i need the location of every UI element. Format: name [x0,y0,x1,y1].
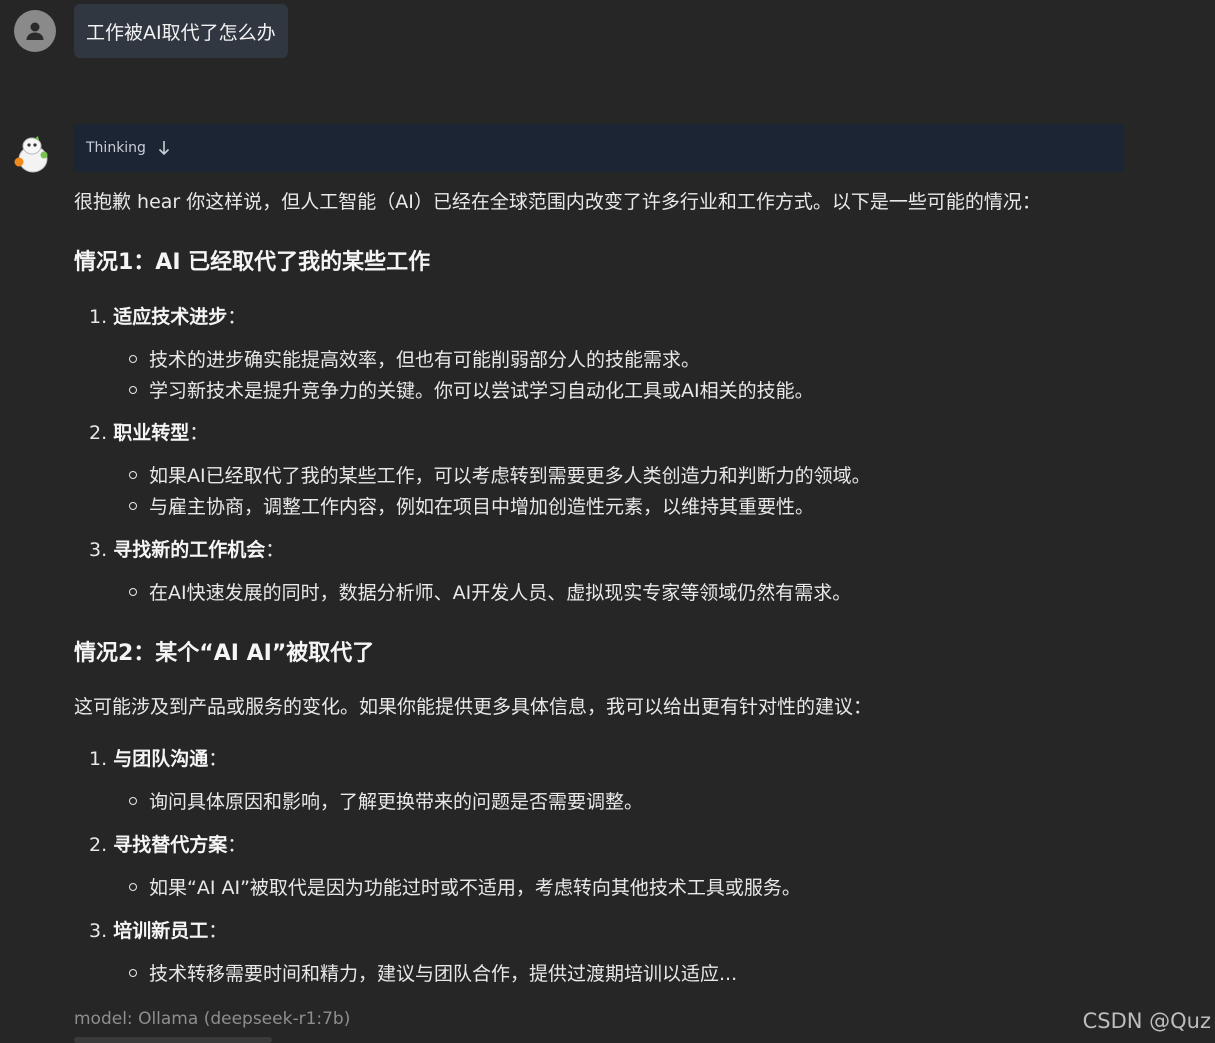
bullet-dot-icon [129,882,137,891]
bullet-dot-icon [129,385,137,394]
item-number: 3. [89,539,108,561]
item-title: 寻找替代方案 [113,834,228,856]
item-title: 与团队沟通 [113,748,209,770]
list-bullet: 技术转移需要时间和精力，建议与团队合作，提供过渡期培训以适应... [129,959,737,986]
thinking-label: Thinking [86,140,146,156]
list-item: 1. 适应技术进步： [89,302,246,329]
list-item: 1. 与团队沟通： [89,744,227,771]
item-colon: ： [208,920,228,942]
list-bullet: 与雇主协商，调整工作内容，例如在项目中增加创造性元素，以维持其重要性。 [129,492,814,519]
assistant-avatar [13,135,51,175]
list-item: 3. 培训新员工： [89,916,227,943]
list-item: 3. 寻找新的工作机会： [89,535,284,562]
section-1-title: 情况1：AI 已经取代了我的某些工作 [74,250,431,275]
list-bullet: 技术的进步确实能提高效率，但也有可能削弱部分人的技能需求。 [129,345,700,372]
list-item: 2. 寻找替代方案： [89,830,246,857]
item-colon: ： [227,834,247,856]
item-colon: ： [208,748,228,770]
item-title: 适应技术进步 [113,306,228,328]
list-bullet: 如果AI已经取代了我的某些工作，可以考虑转到需要更多人类创造力和判断力的领域。 [129,461,871,488]
model-label: model: Ollama (deepseek-r1:7b) [74,1009,351,1029]
item-colon: ： [227,306,247,328]
bullet-dot-icon [129,587,137,596]
list-item: 2. 职业转型： [89,418,208,445]
list-bullet: 在AI快速发展的同时，数据分析师、AI开发人员、虚拟现实专家等领域仍然有需求。 [129,578,851,605]
user-icon [26,22,44,40]
user-avatar [14,10,56,52]
bullet-dot-icon [129,470,137,479]
user-message-text: 工作被AI取代了怎么办 [86,21,276,44]
message-actions-bar [74,1037,272,1043]
item-title: 培训新员工 [113,920,209,942]
item-number: 2. [89,834,108,856]
arrow-down-icon [158,140,170,156]
item-colon: ： [189,422,209,444]
section-2-title: 情况2：某个“AI AI”被取代了 [74,641,375,666]
section-2-intro: 这可能涉及到产品或服务的变化。如果你能提供更多具体信息，我可以给出更有针对性的建… [74,696,873,718]
bullet-dot-icon [129,501,137,510]
item-number: 1. [89,306,108,328]
item-number: 2. [89,422,108,444]
bot-mascot-icon [14,136,48,173]
bullet-dot-icon [129,796,137,805]
item-title: 寻找新的工作机会 [113,539,266,561]
item-number: 1. [89,748,108,770]
bullet-dot-icon [129,354,137,363]
user-message-bubble: 工作被AI取代了怎么办 [74,4,288,58]
item-title: 职业转型 [113,422,190,444]
item-colon: ： [265,539,285,561]
response-intro: 很抱歉 hear 你这样说，但人工智能（AI）已经在全球范围内改变了许多行业和工… [74,191,1041,213]
list-bullet: 如果“AI AI”被取代是因为功能过时或不适用，考虑转向其他技术工具或服务。 [129,873,801,900]
list-bullet: 询问具体原因和影响，了解更换带来的问题是否需要调整。 [129,787,643,814]
watermark: CSDN @Quz [1082,1009,1211,1033]
item-number: 3. [89,920,108,942]
thinking-toggle[interactable]: Thinking [74,124,1124,172]
bullet-dot-icon [129,968,137,977]
list-bullet: 学习新技术是提升竞争力的关键。你可以尝试学习自动化工具或AI相关的技能。 [129,376,814,403]
